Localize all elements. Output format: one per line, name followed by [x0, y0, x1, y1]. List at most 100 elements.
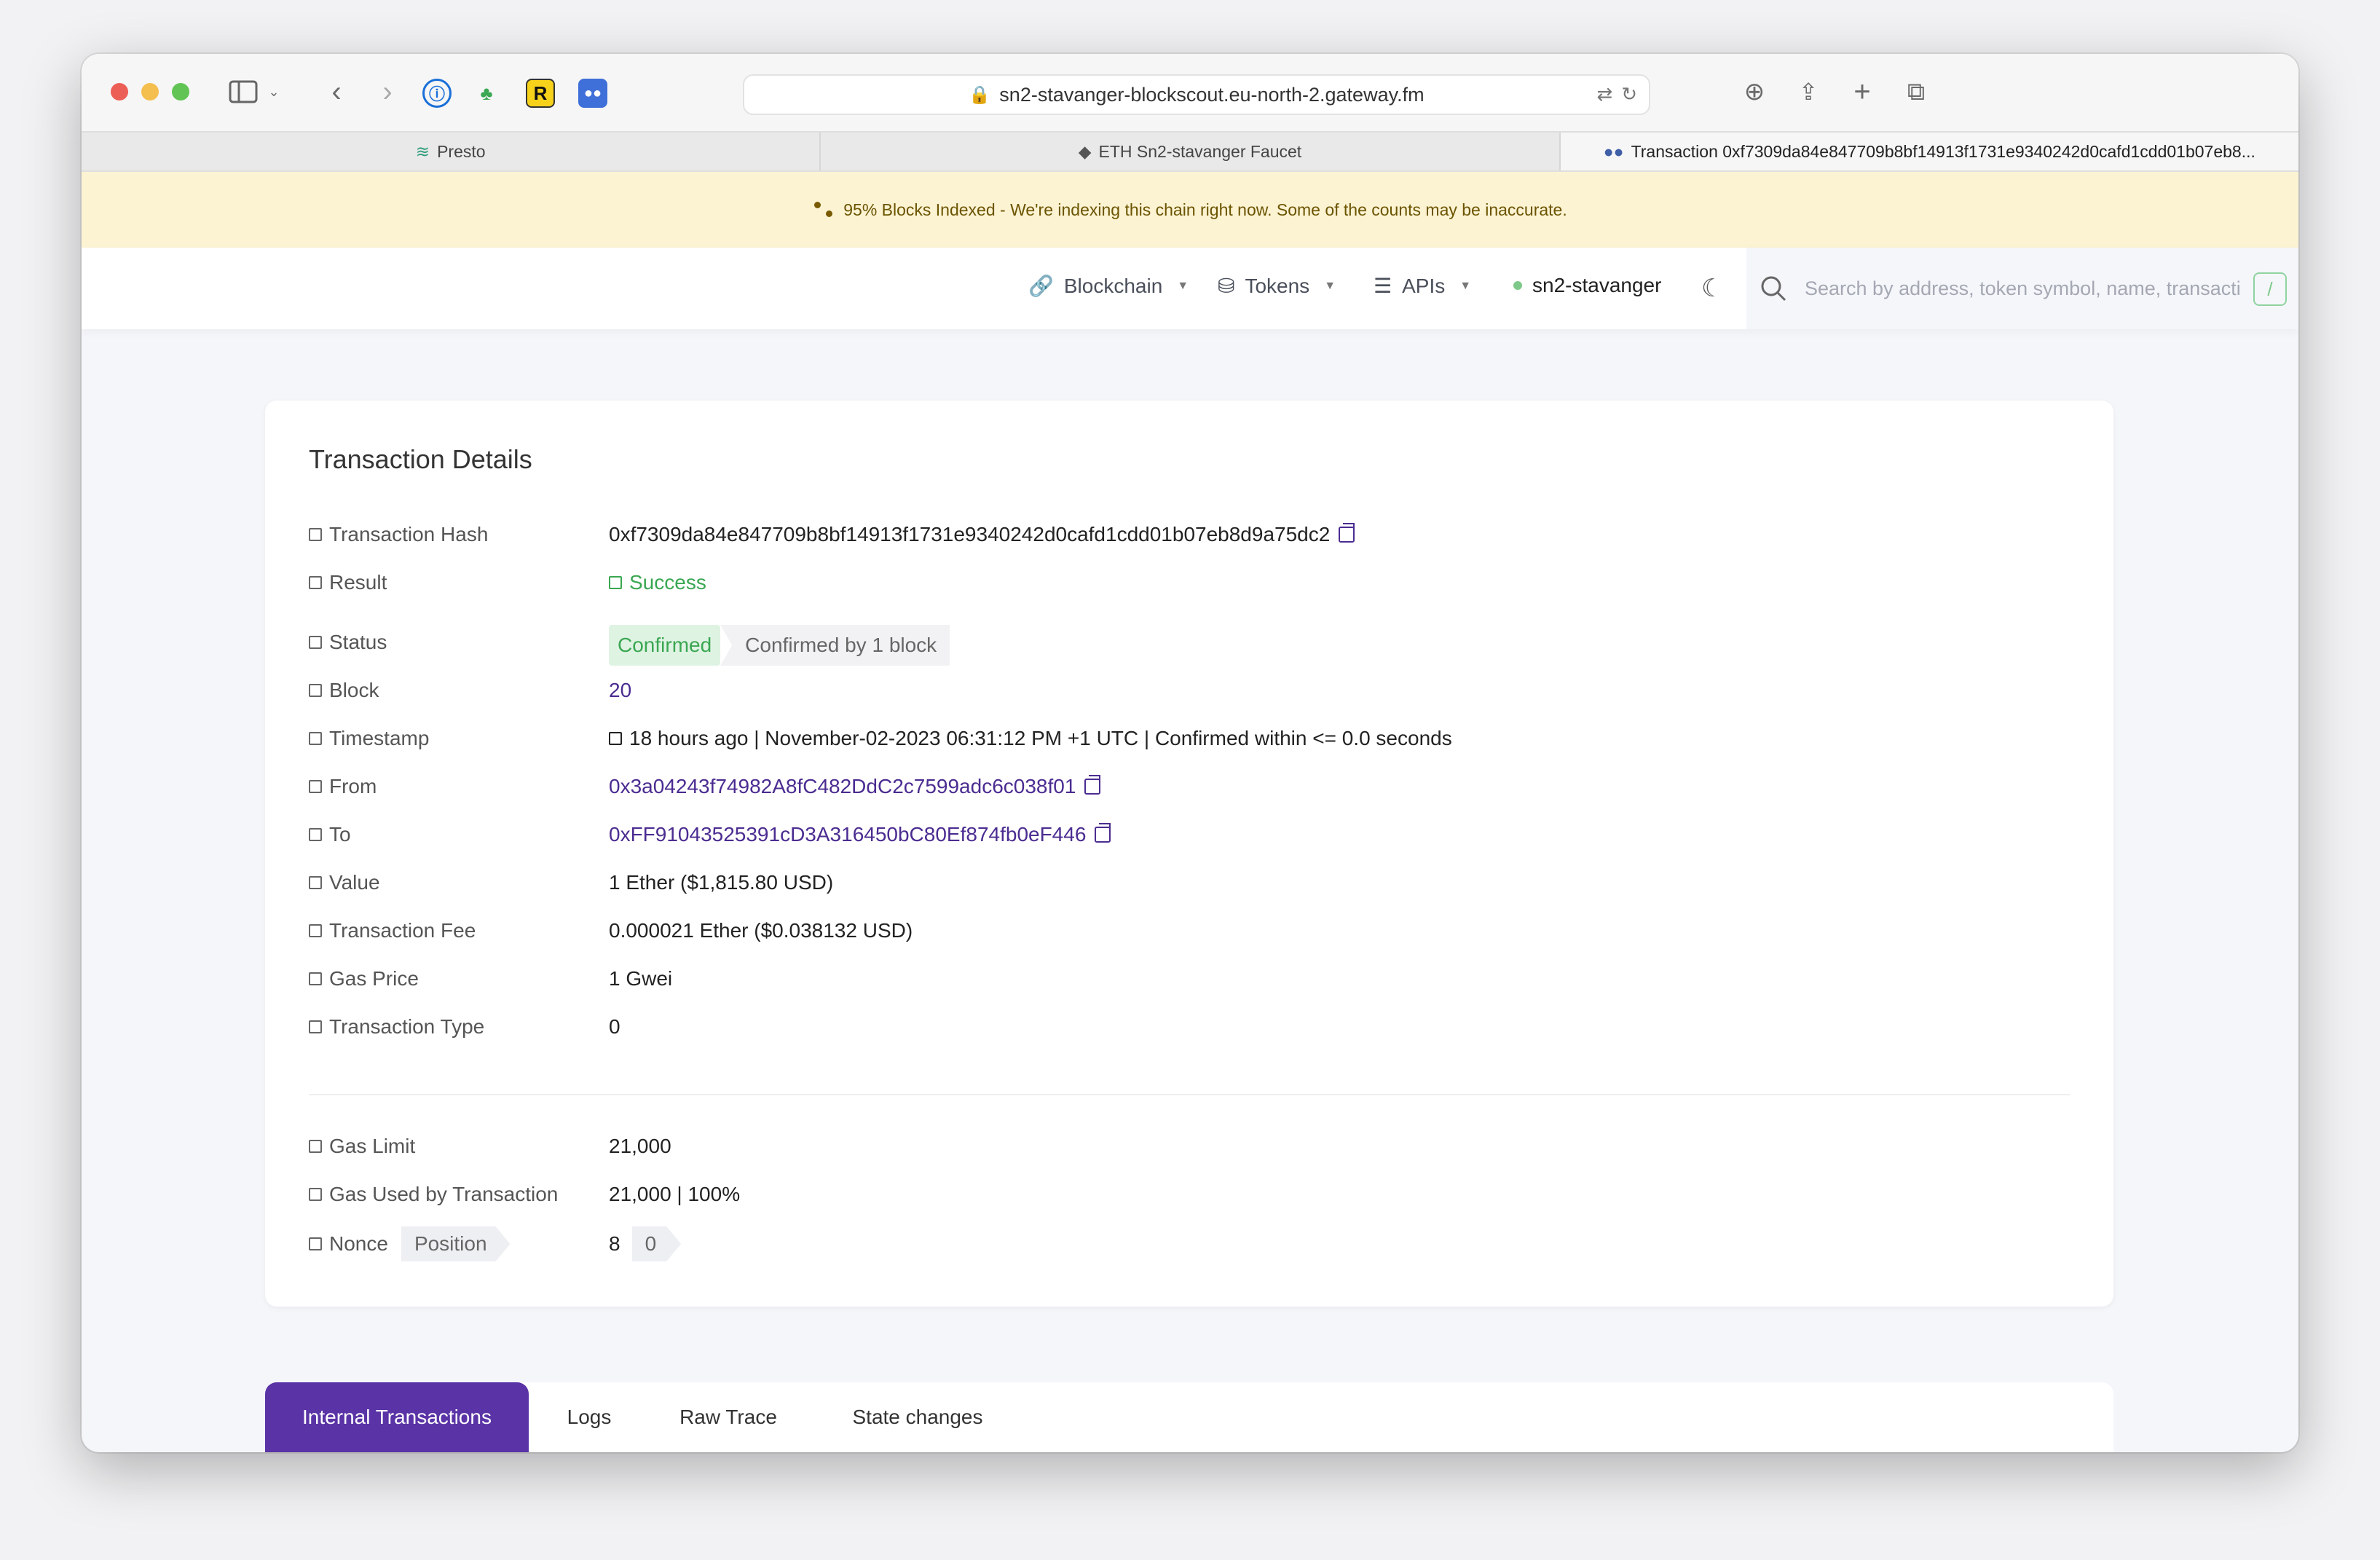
- label-to: To: [329, 823, 351, 846]
- label-value: Value: [329, 871, 380, 894]
- info-icon[interactable]: [309, 924, 322, 937]
- password-manager-extension-icon[interactable]: ⓘ: [422, 79, 452, 108]
- value-amount: 1 Ether ($1,815.80 USD): [609, 871, 834, 894]
- new-tab-button[interactable]: +: [1844, 73, 1880, 111]
- share-button[interactable]: ⇪: [1790, 73, 1827, 111]
- copy-icon[interactable]: [1339, 523, 1355, 543]
- search-icon: [1761, 276, 1786, 302]
- info-icon[interactable]: [309, 1188, 322, 1201]
- browser-tab-presto[interactable]: ≋ Presto: [82, 133, 821, 170]
- coins-icon: ⛁: [1218, 275, 1235, 297]
- lock-icon: 🔒: [969, 84, 991, 105]
- nonce-value: 8: [609, 1232, 620, 1255]
- tab-internal-transactions[interactable]: Internal Transactions: [265, 1382, 529, 1452]
- info-icon[interactable]: [309, 732, 322, 745]
- sidebar-toggle-button[interactable]: ⌄: [221, 73, 287, 111]
- sliders-icon: ☰: [1374, 275, 1392, 297]
- tab-label: Transaction 0xf7309da84e847709b8bf14913f…: [1631, 141, 2255, 161]
- tab-label: Presto: [437, 141, 486, 161]
- row-transaction-fee: Transaction Fee 0.000021 Ether ($0.03813…: [309, 919, 913, 942]
- info-icon[interactable]: [309, 528, 322, 541]
- label-transaction-fee: Transaction Fee: [329, 919, 476, 942]
- copy-icon[interactable]: [1084, 775, 1101, 795]
- chevron-down-icon: ⌄: [268, 84, 280, 99]
- transaction-hash-value: 0xf7309da84e847709b8bf14913f1731e9340242…: [609, 523, 1331, 545]
- tab-raw-trace[interactable]: Raw Trace: [647, 1382, 810, 1452]
- reload-icon[interactable]: ↻: [1621, 83, 1637, 106]
- nav-network[interactable]: sn2-stavanger: [1513, 274, 1661, 297]
- maximize-window-button[interactable]: [172, 83, 189, 101]
- clock-icon: [609, 732, 622, 745]
- row-result: Result Success: [309, 571, 706, 594]
- result-value: Success: [629, 571, 706, 594]
- info-icon[interactable]: [309, 684, 322, 697]
- title-bar: ⌄ ‹ › ⓘ ♣ R ●● 🔒 sn2-stavanger-blockscou…: [82, 54, 2298, 131]
- info-icon[interactable]: [309, 1140, 322, 1153]
- downloads-button[interactable]: ⊕: [1736, 73, 1773, 111]
- presto-logo-icon: ≋: [415, 141, 430, 161]
- nav-network-label: sn2-stavanger: [1532, 274, 1662, 296]
- binoculars-icon: ●●: [1603, 141, 1624, 161]
- window-controls: [111, 83, 189, 101]
- dark-mode-toggle[interactable]: ☾: [1701, 274, 1723, 303]
- tab-logs[interactable]: Logs: [542, 1382, 637, 1452]
- minimize-window-button[interactable]: [141, 83, 159, 101]
- browser-tab-transaction[interactable]: ●● Transaction 0xf7309da84e847709b8bf149…: [1560, 133, 2298, 170]
- plus-icon: +: [1853, 75, 1871, 108]
- status-badge: Confirmed: [609, 625, 721, 666]
- share-icon: ⇪: [1798, 79, 1819, 105]
- label-result: Result: [329, 571, 387, 594]
- block-link[interactable]: 20: [609, 679, 631, 702]
- r-extension-icon[interactable]: R: [526, 79, 555, 108]
- info-icon[interactable]: [309, 972, 322, 985]
- info-icon[interactable]: [309, 780, 322, 793]
- translate-icon[interactable]: ⇄: [1596, 83, 1612, 106]
- page-title: Transaction Details: [309, 444, 532, 474]
- evernote-extension-icon[interactable]: ♣: [472, 79, 501, 108]
- sidebar-icon: [229, 80, 258, 103]
- row-to: To 0xFF91043525391cD3A316450bC80Ef874fb0…: [309, 823, 1111, 846]
- banner-text: 95% Blocks Indexed - We're indexing this…: [843, 200, 1567, 219]
- label-gas-used: Gas Used by Transaction: [329, 1183, 559, 1205]
- download-icon: ⊕: [1743, 78, 1765, 106]
- row-nonce: Nonce Position 80: [309, 1226, 681, 1261]
- loading-dots-icon: [813, 199, 835, 221]
- binoculars-extension-icon[interactable]: ●●: [578, 79, 607, 108]
- tab-overview-button[interactable]: ⧉: [1898, 73, 1934, 111]
- site-navbar: 🔗 Blockchain ▼ ⛁ Tokens ▼ ☰ APIs ▼ sn2-s…: [82, 248, 2298, 329]
- back-button[interactable]: ‹: [315, 73, 358, 111]
- info-icon[interactable]: [309, 636, 322, 649]
- address-bar[interactable]: 🔒 sn2-stavanger-blockscout.eu-north-2.ga…: [743, 74, 1650, 115]
- tab-state-changes[interactable]: State changes: [826, 1382, 1009, 1452]
- info-icon[interactable]: [309, 1237, 322, 1250]
- copy-icon[interactable]: [1095, 823, 1111, 843]
- transaction-fee-value: 0.000021 Ether ($0.038132 USD): [609, 919, 913, 942]
- label-transaction-hash: Transaction Hash: [329, 523, 489, 545]
- search-bar[interactable]: Search by address, token symbol, name, t…: [1746, 248, 2298, 329]
- gas-price-value: 1 Gwei: [609, 967, 673, 990]
- to-address-link[interactable]: 0xFF91043525391cD3A316450bC80Ef874fb0eF4…: [609, 823, 1086, 846]
- info-icon[interactable]: [309, 828, 322, 841]
- tabs-overview-icon: ⧉: [1907, 77, 1926, 106]
- search-shortcut-badge: /: [2253, 272, 2287, 306]
- from-address-link[interactable]: 0x3a04243f74982A8fC482DdC2c7599adc6c038f…: [609, 775, 1076, 798]
- info-icon[interactable]: [309, 576, 322, 589]
- nav-apis[interactable]: ☰ APIs ▼: [1374, 274, 1471, 298]
- forward-button[interactable]: ›: [366, 73, 409, 111]
- browser-tab-faucet[interactable]: ◆ ETH Sn2-stavanger Faucet: [821, 133, 1561, 170]
- row-from: From 0x3a04243f74982A8fC482DdC2c7599adc6…: [309, 775, 1101, 798]
- row-transaction-type: Transaction Type 0: [309, 1015, 620, 1039]
- label-status: Status: [329, 631, 387, 653]
- label-timestamp: Timestamp: [329, 727, 430, 749]
- label-gas-limit: Gas Limit: [329, 1135, 416, 1157]
- nav-tokens[interactable]: ⛁ Tokens ▼: [1218, 274, 1336, 298]
- search-input[interactable]: Search by address, token symbol, name, t…: [1805, 277, 2256, 300]
- info-icon[interactable]: [309, 1020, 322, 1033]
- caret-down-icon: ▼: [1324, 279, 1336, 292]
- confirmations-badge: Confirmed by 1 block: [720, 625, 950, 666]
- nav-blockchain[interactable]: 🔗 Blockchain ▼: [1028, 274, 1189, 298]
- transaction-tabs-card: Internal Transactions Logs Raw Trace Sta…: [265, 1382, 2113, 1452]
- info-icon[interactable]: [309, 876, 322, 889]
- close-window-button[interactable]: [111, 83, 128, 101]
- link-icon: 🔗: [1028, 275, 1054, 297]
